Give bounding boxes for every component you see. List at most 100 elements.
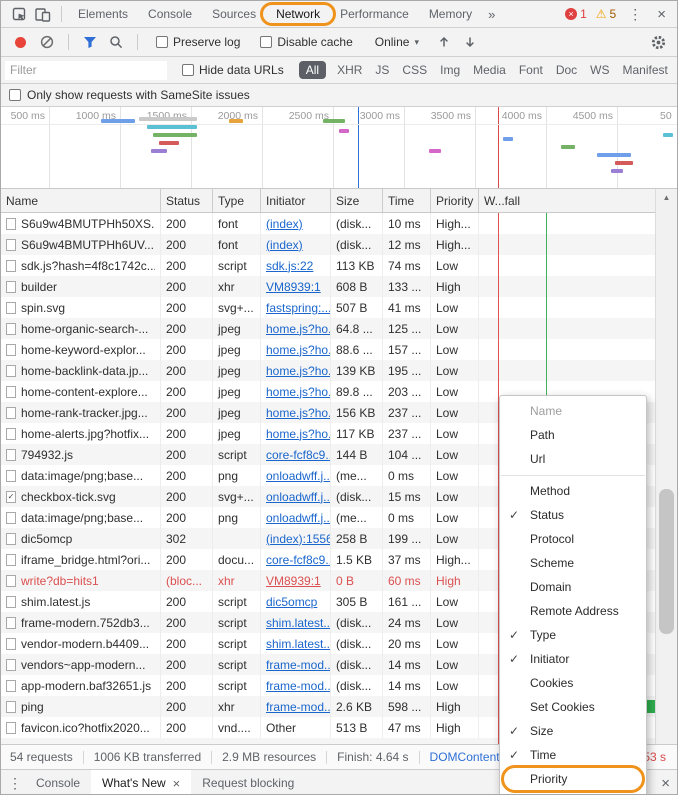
initiator-link[interactable]: home.js?ho... xyxy=(266,406,330,420)
menu-item-size[interactable]: ✓ Size xyxy=(500,719,646,743)
settings-gear-icon[interactable] xyxy=(647,31,669,53)
initiator-link[interactable]: VM8939:1 xyxy=(266,574,321,588)
menu-item-domain[interactable]: Domain xyxy=(500,575,646,599)
tab-network[interactable]: Network xyxy=(260,1,337,27)
timeline-overview[interactable]: 500 ms 1000 ms 1500 ms 2000 ms 2500 ms 3000 m… xyxy=(1,107,677,189)
kebab-menu-icon[interactable]: ⋮ xyxy=(625,6,645,23)
initiator-link[interactable]: (index) xyxy=(266,217,303,231)
samesite-checkbox[interactable] xyxy=(9,89,21,101)
menu-item-url[interactable]: Url xyxy=(500,447,646,471)
menu-item-path[interactable]: Path xyxy=(500,423,646,447)
initiator-link[interactable]: home.js?ho... xyxy=(266,427,330,441)
scroll-up-icon[interactable]: ▲ xyxy=(656,189,677,206)
initiator-link[interactable]: VM8939:1 xyxy=(266,280,321,294)
initiator-link[interactable]: shim.latest... xyxy=(266,616,330,630)
disable-cache-checkbox[interactable] xyxy=(260,36,273,48)
drawer-tab-request-blocking[interactable]: Request blocking xyxy=(191,770,305,794)
filter-pill-all[interactable]: All xyxy=(298,61,327,79)
filter-pill-media[interactable]: Media xyxy=(471,61,508,79)
initiator-link[interactable]: core-fcf8c9... xyxy=(266,553,330,567)
menu-item-initiator[interactable]: ✓ Initiator xyxy=(500,647,646,671)
tab-performance[interactable]: Performance xyxy=(330,1,419,27)
close-devtools-icon[interactable]: × xyxy=(654,6,669,23)
table-row[interactable]: S6u9w4BMUTPHh50XS... 200 font (index) (disk.… xyxy=(1,213,657,234)
menu-item-remote-address[interactable]: Remote Address xyxy=(500,599,646,623)
filter-pill-js[interactable]: JS xyxy=(373,61,391,79)
record-button[interactable] xyxy=(15,36,26,48)
error-badge[interactable]: × 1 xyxy=(565,7,587,21)
import-har-icon[interactable] xyxy=(433,31,455,53)
column-header-status[interactable]: Status xyxy=(161,189,213,212)
drawer-kebab-menu-icon[interactable]: ⋮ xyxy=(5,775,25,792)
initiator-link[interactable]: home.js?ho... xyxy=(266,364,330,378)
warning-badge[interactable]: ⚠ 5 xyxy=(596,7,616,21)
initiator-link[interactable]: frame-mod... xyxy=(266,679,330,693)
table-row[interactable]: builder 200 xhr VM8939:1 608 B 133 ... High xyxy=(1,276,657,297)
tab-console[interactable]: Console xyxy=(138,1,202,27)
initiator-link[interactable]: frame-mod... xyxy=(266,658,330,672)
initiator-link[interactable]: home.js?ho... xyxy=(266,343,330,357)
table-row[interactable]: home-organic-search-... 200 jpeg home.js?ho… xyxy=(1,318,657,339)
initiator-link[interactable]: home.js?ho... xyxy=(266,385,330,399)
menu-item-priority[interactable]: Priority xyxy=(500,765,646,793)
tab-memory[interactable]: Memory xyxy=(419,1,482,27)
hide-data-urls-checkbox[interactable] xyxy=(182,64,194,76)
column-header-name[interactable]: Name xyxy=(1,189,161,212)
menu-item-cookies[interactable]: Cookies xyxy=(500,671,646,695)
drawer-tab-console[interactable]: Console xyxy=(25,770,91,794)
filter-input[interactable] xyxy=(5,60,167,80)
menu-item-status[interactable]: ✓ Status xyxy=(500,503,646,527)
table-row[interactable]: home-keyword-explor... 200 jpeg home.js?ho.… xyxy=(1,339,657,360)
menu-item-type[interactable]: ✓ Type xyxy=(500,623,646,647)
table-row[interactable]: S6u9w4BMUTPHh6UV... 200 font (index) (disk..… xyxy=(1,234,657,255)
initiator-link[interactable]: shim.latest... xyxy=(266,637,330,651)
device-toolbar-icon[interactable] xyxy=(31,2,55,26)
close-tab-icon[interactable]: × xyxy=(173,776,181,791)
initiator-link[interactable]: fastspring:... xyxy=(266,301,330,315)
initiator-link[interactable]: onloadwff.j... xyxy=(266,469,330,483)
scrollbar[interactable]: ▲ xyxy=(655,189,677,744)
initiator-link[interactable]: sdk.js:22 xyxy=(266,259,313,273)
filter-pill-doc[interactable]: Doc xyxy=(554,61,579,79)
filter-pill-xhr[interactable]: XHR xyxy=(335,61,364,79)
preserve-log-checkbox[interactable] xyxy=(156,36,168,48)
column-header-wfall[interactable]: W...fall xyxy=(479,189,657,212)
column-header-initiator[interactable]: Initiator xyxy=(261,189,331,212)
column-header-size[interactable]: Size xyxy=(331,189,383,212)
initiator-link[interactable]: (index):1556 xyxy=(266,532,330,546)
tab-elements[interactable]: Elements xyxy=(68,1,138,27)
initiator-link[interactable]: frame-mod... xyxy=(266,700,330,714)
initiator-link[interactable]: onloadwff.j... xyxy=(266,511,330,525)
menu-item-set-cookies[interactable]: Set Cookies xyxy=(500,695,646,719)
drawer-tab-what-s-new[interactable]: What's New × xyxy=(91,770,192,794)
filter-pill-ws[interactable]: WS xyxy=(588,61,611,79)
filter-pill-font[interactable]: Font xyxy=(517,61,545,79)
filter-pill-manifest[interactable]: Manifest xyxy=(621,61,670,79)
more-panels-icon[interactable]: » xyxy=(482,7,501,22)
column-header-time[interactable]: Time xyxy=(383,189,431,212)
menu-item-time[interactable]: ✓ Time xyxy=(500,743,646,767)
filter-icon[interactable] xyxy=(79,31,101,53)
column-header-type[interactable]: Type xyxy=(213,189,261,212)
table-row[interactable]: sdk.js?hash=4f8c1742c... 200 script sdk.js:… xyxy=(1,255,657,276)
initiator-link[interactable]: (index) xyxy=(266,238,303,252)
search-icon[interactable] xyxy=(105,31,127,53)
clear-icon[interactable] xyxy=(36,31,58,53)
initiator-link[interactable]: dic5omcp xyxy=(266,595,317,609)
tab-sources[interactable]: Sources xyxy=(202,1,266,27)
scrollbar-thumb[interactable] xyxy=(659,489,674,634)
menu-item-name[interactable]: Name xyxy=(500,399,646,423)
menu-item-scheme[interactable]: Scheme xyxy=(500,551,646,575)
initiator-link[interactable]: home.js?ho... xyxy=(266,322,330,336)
menu-item-protocol[interactable]: Protocol xyxy=(500,527,646,551)
initiator-link[interactable]: core-fcf8c9... xyxy=(266,448,330,462)
throttling-select[interactable]: Online ▾ xyxy=(375,35,419,49)
inspect-element-icon[interactable] xyxy=(7,2,31,26)
initiator-link[interactable]: onloadwff.j... xyxy=(266,490,330,504)
menu-item-method[interactable]: Method xyxy=(500,479,646,503)
export-har-icon[interactable] xyxy=(459,31,481,53)
table-row[interactable]: home-backlink-data.jp... 200 jpeg home.js?h… xyxy=(1,360,657,381)
table-row[interactable]: spin.svg 200 svg+... fastspring:... 507 B 41 … xyxy=(1,297,657,318)
filter-pill-img[interactable]: Img xyxy=(438,61,462,79)
filter-pill-css[interactable]: CSS xyxy=(400,61,429,79)
